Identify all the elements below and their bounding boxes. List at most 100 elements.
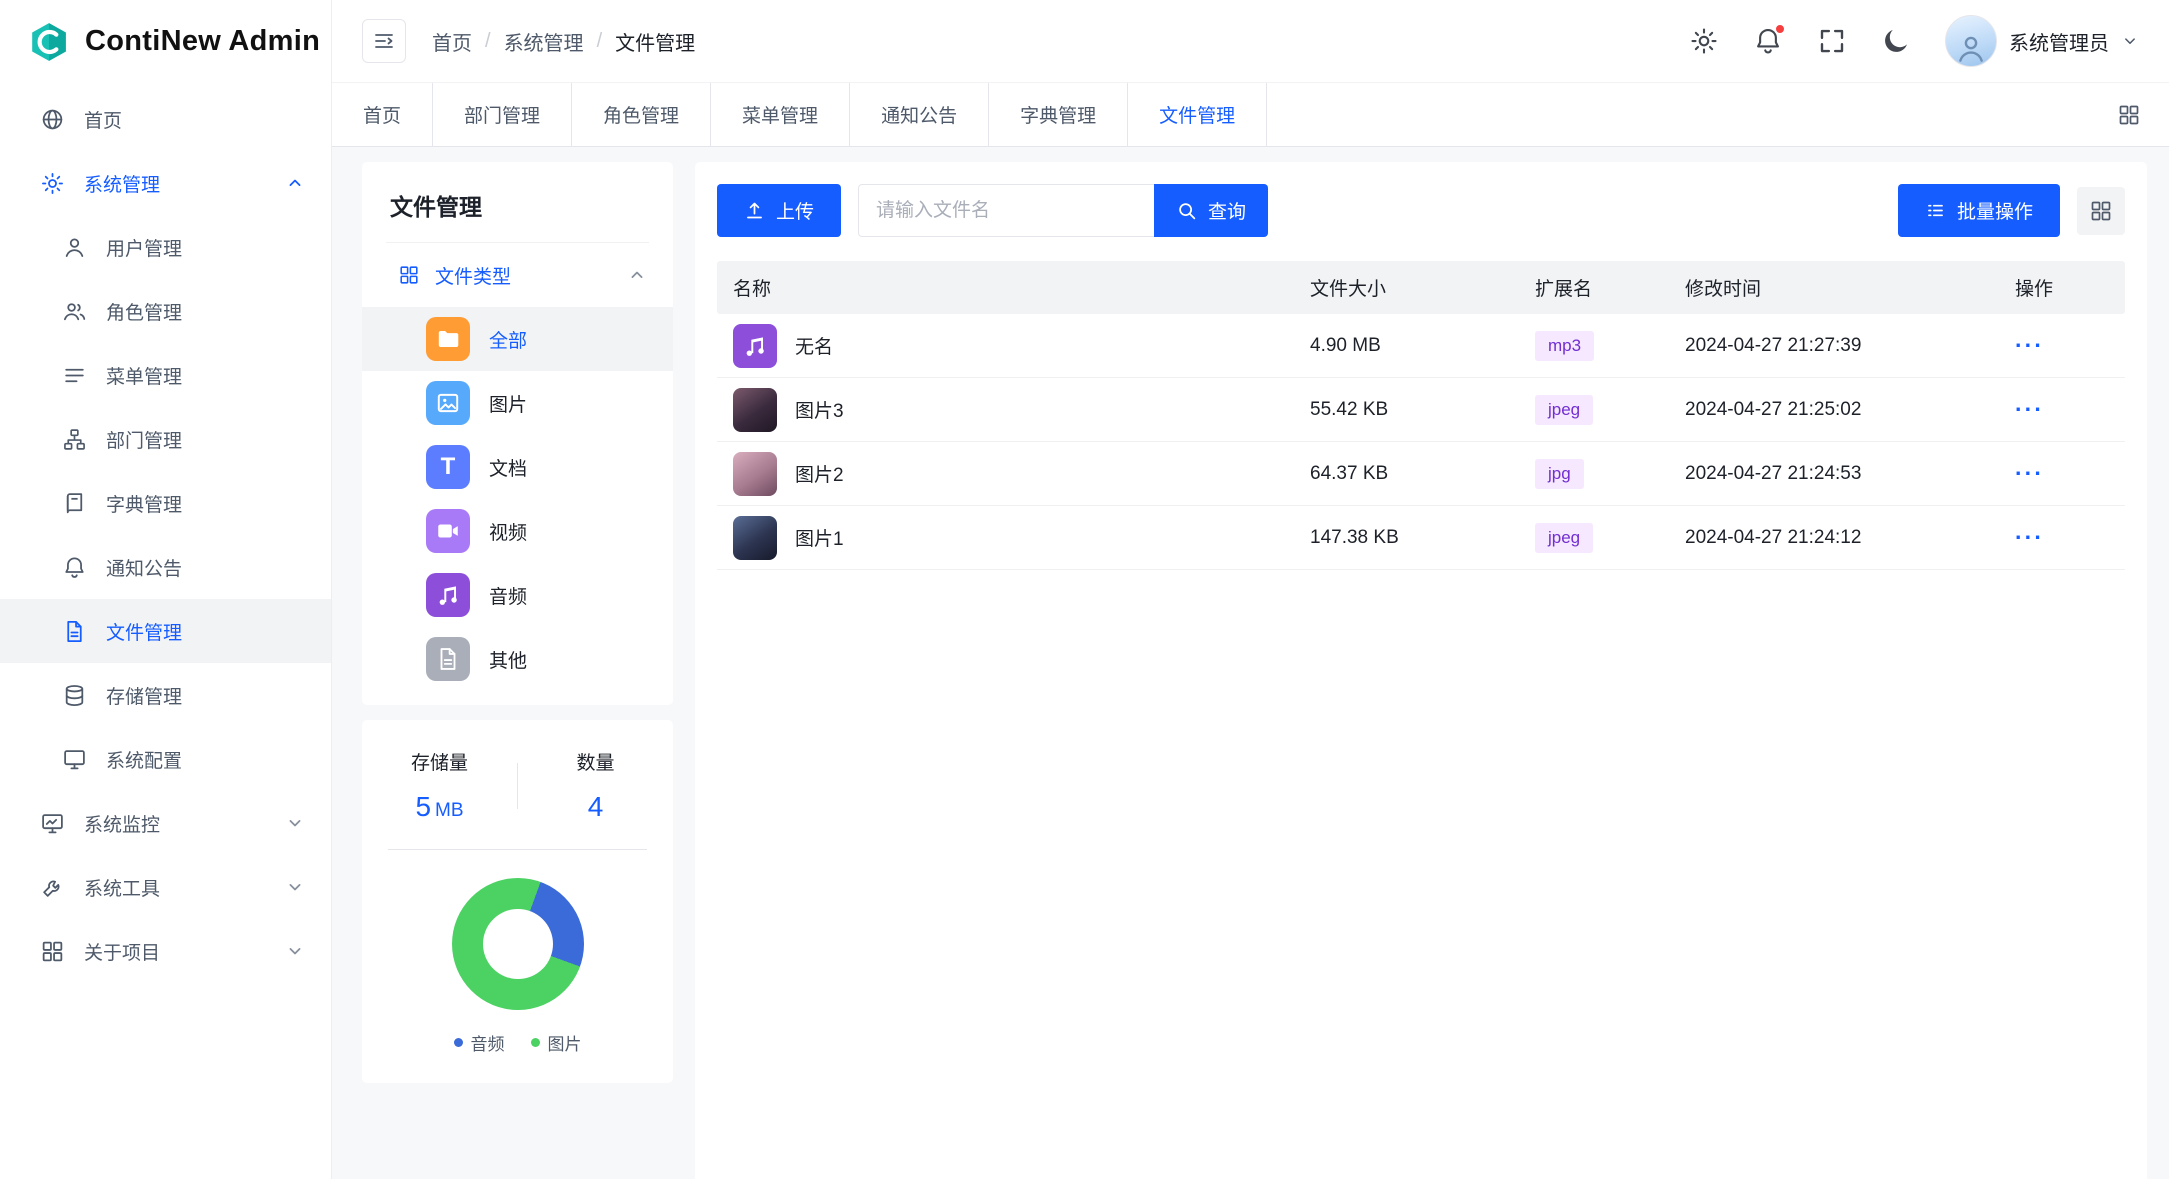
table-header: 名称 文件大小 扩展名 修改时间 操作 [717, 261, 2125, 314]
file-type-audio[interactable]: 音频 [362, 563, 673, 627]
more-actions-button[interactable]: ··· [2015, 396, 2044, 422]
table-row[interactable]: 图片1 147.38 KB jpeg 2024-04-27 21:24:12 ·… [717, 506, 2125, 570]
fullscreen-button[interactable] [1817, 26, 1847, 56]
sidebar-item-label: 系统管理 [84, 170, 160, 197]
worktab-menu[interactable]: 菜单管理 [711, 83, 850, 146]
breadcrumb-separator: / [485, 30, 491, 53]
file-type-root[interactable]: 文件类型 [362, 243, 673, 307]
breadcrumb-separator: / [597, 30, 603, 53]
sidebar-item-dict-management[interactable]: 字典管理 [0, 471, 331, 535]
panel-title: 文件管理 [362, 162, 673, 242]
legend-label: 图片 [548, 1030, 582, 1055]
sidebar-item-label: 系统配置 [106, 746, 182, 773]
table-row[interactable]: 无名 4.90 MB mp3 2024-04-27 21:27:39 ··· [717, 314, 2125, 378]
storage-stat-value: 5MB [362, 791, 517, 823]
grid-view-toggle-button[interactable] [2077, 187, 2125, 235]
sidebar-item-system-tools[interactable]: 系统工具 [0, 855, 331, 919]
sidebar-item-label: 存储管理 [106, 682, 182, 709]
column-header-time: 修改时间 [1675, 274, 2005, 301]
sidebar-item-home[interactable]: 首页 [0, 87, 331, 151]
file-type-video[interactable]: 视频 [362, 499, 673, 563]
dark-mode-button[interactable] [1881, 26, 1911, 56]
worktab-file[interactable]: 文件管理 [1128, 83, 1267, 146]
query-button[interactable]: 查询 [1154, 184, 1268, 237]
stats-row: 存储量 5MB 数量 4 [362, 748, 673, 823]
worktab-role[interactable]: 角色管理 [572, 83, 711, 146]
storage-donut-chart [452, 878, 584, 1010]
more-actions-button[interactable]: ··· [2015, 460, 2044, 486]
column-header-ext: 扩展名 [1525, 274, 1675, 301]
file-size: 4.90 MB [1300, 335, 1525, 357]
divider [388, 849, 647, 850]
sidebar-item-dept-management[interactable]: 部门管理 [0, 407, 331, 471]
chevron-up-icon [285, 173, 305, 193]
search-input[interactable] [858, 184, 1154, 237]
notification-button[interactable] [1753, 26, 1783, 56]
sidebar-item-about-project[interactable]: 关于项目 [0, 919, 331, 983]
user-menu[interactable]: 系统管理员 [1945, 15, 2139, 67]
worktab-notice[interactable]: 通知公告 [850, 83, 989, 146]
settings-button[interactable] [1689, 26, 1719, 56]
sidebar-item-user-management[interactable]: 用户管理 [0, 215, 331, 279]
file-type-label: 视频 [489, 518, 527, 545]
batch-operation-button[interactable]: 批量操作 [1898, 184, 2060, 237]
table-row[interactable]: 图片2 64.37 KB jpg 2024-04-27 21:24:53 ··· [717, 442, 2125, 506]
ops-cell: ··· [2005, 396, 2125, 423]
file-type-other[interactable]: 其他 [362, 627, 673, 691]
avatar [1945, 15, 1997, 67]
file-ext-cell: jpeg [1525, 523, 1675, 553]
file-size: 55.42 KB [1300, 399, 1525, 421]
file-icon [426, 637, 470, 681]
monitor-chart-icon [40, 811, 65, 836]
file-type-document[interactable]: T 文档 [362, 435, 673, 499]
ops-cell: ··· [2005, 460, 2125, 487]
tools-icon [40, 875, 65, 900]
file-modified-time: 2024-04-27 21:25:02 [1675, 399, 2005, 421]
file-name-cell: 图片1 [717, 516, 1300, 560]
worktab-dict[interactable]: 字典管理 [989, 83, 1128, 146]
file-name: 图片2 [795, 460, 844, 487]
sidebar-item-system-config[interactable]: 系统配置 [0, 727, 331, 791]
monitor-icon [62, 747, 87, 772]
main-column: 首页 / 系统管理 / 文件管理 [332, 0, 2169, 1179]
sidebar-item-system-management[interactable]: 系统管理 [0, 151, 331, 215]
sidebar-collapse-button[interactable] [362, 19, 406, 63]
upload-button[interactable]: 上传 [717, 184, 841, 237]
content: 文件管理 文件类型 全部 图片 [332, 147, 2169, 1179]
file-type-image[interactable]: 图片 [362, 371, 673, 435]
sidebar-item-role-management[interactable]: 角色管理 [0, 279, 331, 343]
chevron-down-icon [285, 941, 305, 961]
chevron-up-icon [627, 265, 647, 285]
chevron-down-icon [285, 813, 305, 833]
header-actions: 系统管理员 [1689, 15, 2139, 67]
file-modified-time: 2024-04-27 21:24:53 [1675, 463, 2005, 485]
file-type-root-label: 文件类型 [435, 262, 511, 289]
file-modified-time: 2024-04-27 21:27:39 [1675, 335, 2005, 357]
breadcrumb-home[interactable]: 首页 [432, 27, 472, 56]
more-actions-button[interactable]: ··· [2015, 332, 2044, 358]
app-root: ContiNew Admin 首页 系统管理 用户管理 角色管理 [0, 0, 2169, 1179]
worktab-label: 首页 [363, 101, 401, 128]
sidebar-item-label: 角色管理 [106, 298, 182, 325]
legend-item-image: 图片 [531, 1030, 582, 1055]
sidebar-item-system-monitor[interactable]: 系统监控 [0, 791, 331, 855]
breadcrumb-system-management[interactable]: 系统管理 [504, 27, 584, 56]
sidebar-item-notice[interactable]: 通知公告 [0, 535, 331, 599]
column-header-name: 名称 [717, 274, 1300, 301]
sidebar-item-file-management[interactable]: 文件管理 [0, 599, 331, 663]
more-actions-button[interactable]: ··· [2015, 524, 2044, 550]
sidebar-item-menu-management[interactable]: 菜单管理 [0, 343, 331, 407]
worktab-dept[interactable]: 部门管理 [433, 83, 572, 146]
app-logo[interactable]: ContiNew Admin [0, 0, 331, 83]
worktab-home[interactable]: 首页 [332, 83, 433, 146]
file-type-all[interactable]: 全部 [362, 307, 673, 371]
video-icon [426, 509, 470, 553]
query-button-label: 查询 [1208, 197, 1246, 224]
org-tree-icon [62, 427, 87, 452]
gear-icon [1689, 26, 1719, 56]
sidebar-item-label: 用户管理 [106, 234, 182, 261]
worktab-grid-menu-icon[interactable] [2117, 103, 2141, 127]
table-row[interactable]: 图片3 55.42 KB jpeg 2024-04-27 21:25:02 ··… [717, 378, 2125, 442]
sidebar-item-label: 关于项目 [84, 938, 160, 965]
sidebar-item-storage-management[interactable]: 存储管理 [0, 663, 331, 727]
